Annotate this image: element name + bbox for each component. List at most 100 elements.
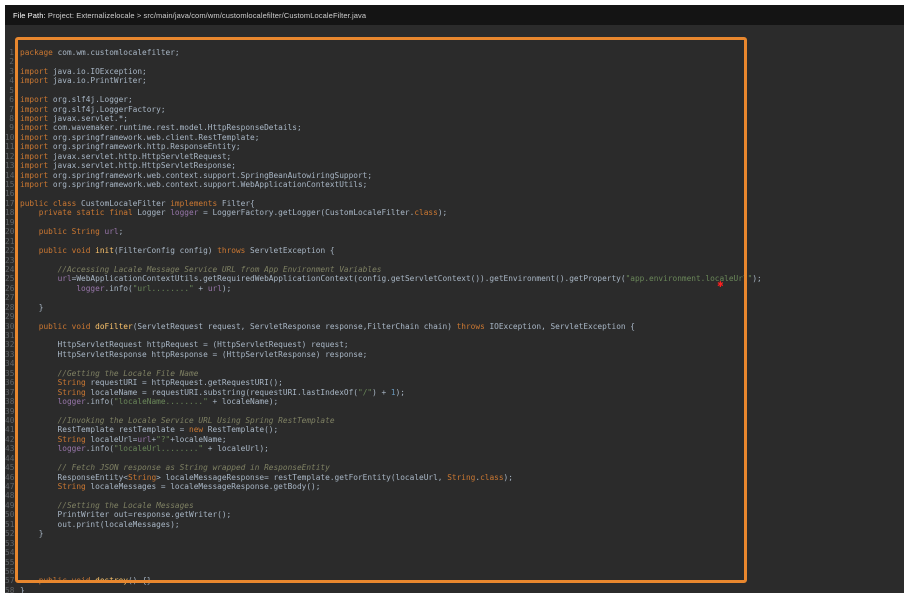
code-line[interactable]: 36 String requestURI = httpRequest.getRe… [5,378,904,387]
code-text: //Accessing Lacale Message Service URL f… [20,265,381,274]
code-line[interactable]: 12import javax.servlet.http.HttpServletR… [5,152,904,161]
code-line[interactable]: 6import org.slf4j.Logger; [5,95,904,104]
line-number: 18 [5,208,20,217]
line-number: 4 [5,76,20,85]
line-number: 36 [5,378,20,387]
code-text: import org.slf4j.Logger; [20,95,133,104]
line-number: 19 [5,218,20,227]
code-text: RestTemplate restTemplate = new RestTemp… [20,425,278,434]
code-line[interactable]: 43 logger.info("localeUrl........" + loc… [5,444,904,453]
code-line[interactable]: 31 [5,331,904,340]
code-line[interactable]: 30 public void doFilter(ServletRequest r… [5,322,904,331]
code-line[interactable]: 42 String localeUrl=url+"?"+localeName; [5,435,904,444]
code-line[interactable]: 37 String localeName = requestURI.substr… [5,388,904,397]
code-line[interactable]: 46 ResponseEntity<String> localeMessageR… [5,473,904,482]
code-line[interactable]: 14import org.springframework.web.context… [5,171,904,180]
code-line[interactable]: 40 //Invoking the Locale Service URL Usi… [5,416,904,425]
line-number: 10 [5,133,20,142]
code-line[interactable]: 53 [5,539,904,548]
code-line[interactable]: 47 String localeMessages = localeMessage… [5,482,904,491]
code-line[interactable]: 28 } [5,303,904,312]
line-number: 56 [5,567,20,576]
code-line[interactable]: 21 [5,237,904,246]
file-path-bar: File Path: Project: Externalizelocale > … [5,5,904,25]
line-number: 28 [5,303,20,312]
code-line[interactable]: 51 out.print(localeMessages); [5,520,904,529]
code-text: import org.springframework.web.context.s… [20,180,367,189]
code-line[interactable]: 3import java.io.IOException; [5,67,904,76]
code-line[interactable]: 57 public void destroy() {} [5,576,904,585]
code-line[interactable]: 17public class CustomLocaleFilter implem… [5,199,904,208]
code-text: import org.springframework.web.client.Re… [20,133,259,142]
code-line[interactable]: 34 [5,359,904,368]
line-number: 39 [5,407,20,416]
code-line[interactable]: 5 [5,86,904,95]
code-line[interactable]: 27 [5,293,904,302]
code-line[interactable]: 19 [5,218,904,227]
code-line[interactable]: 8import javax.servlet.*; [5,114,904,123]
file-path-label: File Path: [13,11,48,20]
code-text: String localeMessages = localeMessageRes… [20,482,320,491]
code-line[interactable]: 22 public void init(FilterConfig config)… [5,246,904,255]
code-line[interactable]: 1package com.wm.customlocalefilter; [5,48,904,57]
line-number: 40 [5,416,20,425]
code-line[interactable]: 38 logger.info("localeName........" + lo… [5,397,904,406]
code-line[interactable]: 32 HttpServletRequest httpRequest = (Htt… [5,340,904,349]
code-area[interactable]: 1package com.wm.customlocalefilter;23imp… [5,25,904,593]
line-number: 12 [5,152,20,161]
code-line[interactable]: 20 public String url; [5,227,904,236]
line-number: 11 [5,142,20,151]
code-line[interactable]: 18 private static final Logger logger = … [5,208,904,217]
code-text: //Invoking the Locale Service URL Using … [20,416,335,425]
code-line[interactable]: 23 [5,256,904,265]
code-line[interactable]: 4import java.io.PrintWriter; [5,76,904,85]
line-number: 27 [5,293,20,302]
line-number: 50 [5,510,20,519]
code-line[interactable]: 25 url=WebApplicationContextUtils.getReq… [5,274,904,283]
code-text: String localeUrl=url+"?"+localeName; [20,435,227,444]
line-number: 5 [5,86,20,95]
code-line[interactable]: 15import org.springframework.web.context… [5,180,904,189]
line-number: 1 [5,48,20,57]
line-number: 37 [5,388,20,397]
code-line[interactable]: 7import org.slf4j.LoggerFactory; [5,105,904,114]
code-line[interactable]: 49 //Setting the Locale Messages [5,501,904,510]
code-line[interactable]: 50 PrintWriter out=response.getWriter(); [5,510,904,519]
code-line[interactable]: 29 [5,312,904,321]
code-line[interactable]: 48 [5,491,904,500]
code-line[interactable]: 33 HttpServletResponse httpResponse = (H… [5,350,904,359]
code-text: package com.wm.customlocalefilter; [20,48,180,57]
code-line[interactable]: 11import org.springframework.http.Respon… [5,142,904,151]
code-line[interactable]: 41 RestTemplate restTemplate = new RestT… [5,425,904,434]
code-line[interactable]: 26 logger.info("url........" + url); [5,284,904,293]
line-number: 58 [5,586,20,593]
code-line[interactable]: 45 // Fetch JSON response as String wrap… [5,463,904,472]
code-text: logger.info("url........" + url); [20,284,231,293]
code-text: public class CustomLocaleFilter implemen… [20,199,255,208]
line-number: 24 [5,265,20,274]
code-text: } [20,529,43,538]
code-line[interactable]: 35 //Getting the Locale File Name [5,369,904,378]
code-line[interactable]: 55 [5,558,904,567]
code-line[interactable]: 16 [5,189,904,198]
code-line[interactable]: 39 [5,407,904,416]
code-line[interactable]: 58} [5,586,904,593]
code-line[interactable]: 10import org.springframework.web.client.… [5,133,904,142]
line-number: 26 [5,284,20,293]
code-text: import org.slf4j.LoggerFactory; [20,105,166,114]
editor-window: File Path: Project: Externalizelocale > … [5,5,904,593]
line-number: 54 [5,548,20,557]
code-line[interactable]: 54 [5,548,904,557]
line-number: 53 [5,539,20,548]
code-line[interactable]: 56 [5,567,904,576]
code-line[interactable]: 44 [5,454,904,463]
line-number: 52 [5,529,20,538]
code-line[interactable]: 24 //Accessing Lacale Message Service UR… [5,265,904,274]
code-line[interactable]: 2 [5,57,904,66]
code-line[interactable]: 13import javax.servlet.http.HttpServletR… [5,161,904,170]
code-line[interactable]: 9import com.wavemaker.runtime.rest.model… [5,123,904,132]
code-line[interactable]: 52 } [5,529,904,538]
line-number: 9 [5,123,20,132]
code-text: String requestURI = httpRequest.getReque… [20,378,283,387]
line-number: 47 [5,482,20,491]
